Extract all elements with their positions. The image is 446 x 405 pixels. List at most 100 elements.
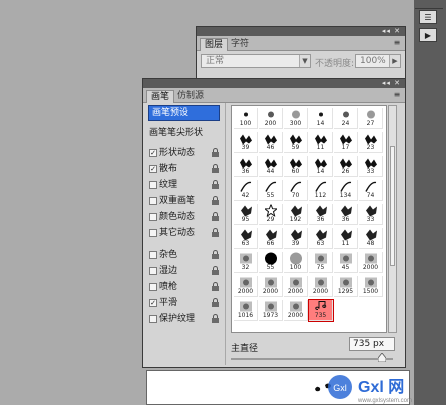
option-checkbox[interactable] [149,315,157,323]
brush-tip[interactable]: 45 [334,252,358,273]
brush-tip[interactable]: 200 [259,108,283,129]
brush-option-item[interactable]: 喷枪 [148,279,224,295]
brush-tip[interactable]: 60 [284,156,308,177]
option-checkbox[interactable]: ✓ [149,165,157,173]
option-checkbox[interactable] [149,197,157,205]
lock-icon[interactable] [212,314,219,323]
tip-shape-item[interactable]: 画笔笔尖形状 [148,125,224,141]
lock-icon[interactable] [212,180,219,189]
diameter-slider-track[interactable] [231,358,393,360]
brush-option-item[interactable]: 其它动态 [148,225,224,241]
brush-tip[interactable]: 26 [334,156,358,177]
brush-tip[interactable]: 33 [359,204,383,225]
brush-tip[interactable]: 112 [309,180,333,201]
option-checkbox[interactable] [149,213,157,221]
option-checkbox[interactable] [149,251,157,259]
brush-tip[interactable]: 1295 [334,276,358,297]
collapse-close-icons[interactable]: ◂◂ ✕ [382,79,401,88]
option-checkbox[interactable] [149,181,157,189]
brush-tip[interactable]: 2000 [359,252,383,273]
brush-tip[interactable]: 55 [259,252,283,273]
brush-tip[interactable]: 11 [334,228,358,249]
brush-tip[interactable]: 36 [309,204,333,225]
brush-tip[interactable]: 74 [359,180,383,201]
brush-tip[interactable]: 1016 [234,300,258,321]
brush-tip[interactable]: 75 [309,252,333,273]
brush-tip[interactable]: 44 [259,156,283,177]
brush-tip[interactable]: 23 [359,132,383,153]
brush-tip[interactable]: 2000 [309,276,333,297]
lock-icon[interactable] [212,282,219,291]
brush-tip[interactable]: 55 [259,180,283,201]
brush-tip[interactable]: 2000 [284,300,308,321]
panel-menu-icon[interactable]: ≡ [392,90,402,100]
brush-tip[interactable]: 32 [234,252,258,273]
scrollbar-thumb[interactable] [390,146,395,266]
blend-mode-select[interactable]: 正常 ▼ [201,54,311,68]
diameter-slider-knob[interactable] [377,353,386,362]
option-checkbox[interactable] [149,267,157,275]
panel-menu-icon[interactable]: ≡ [392,38,402,48]
brush-tip[interactable]: 39 [284,228,308,249]
brush-option-item[interactable]: 杂色 [148,247,224,263]
opacity-field[interactable]: 100% ▶ [355,54,401,68]
brush-tip[interactable]: 134 [334,180,358,201]
layers-dock-button[interactable]: ☰ [419,10,437,24]
tab-character[interactable]: 字符 [227,38,253,51]
brush-tip[interactable]: 63 [234,228,258,249]
lock-icon[interactable] [212,164,219,173]
brush-tip[interactable]: 100 [234,108,258,129]
brush-tip[interactable]: 36 [234,156,258,177]
brush-tip[interactable]: 63 [309,228,333,249]
lock-icon[interactable] [212,212,219,221]
option-checkbox[interactable] [149,229,157,237]
lock-icon[interactable] [212,266,219,275]
brush-option-item[interactable]: ✓ 形状动态 [148,145,224,161]
lock-icon[interactable] [212,228,219,237]
option-checkbox[interactable] [149,283,157,291]
brush-tip[interactable]: 29 [259,203,283,225]
brush-option-item[interactable]: 颜色动态 [148,209,224,225]
panel-titlebar[interactable]: ◂◂ ✕ [143,79,405,88]
brush-tip[interactable]: 33 [359,156,383,177]
brush-presets-button[interactable]: 画笔预设 [148,105,220,121]
tab-brushes[interactable]: 画笔 [146,90,175,103]
brush-tip[interactable]: 14 [309,156,333,177]
lock-icon[interactable] [212,148,219,157]
brush-tip[interactable]: 300 [284,108,308,129]
brush-tip[interactable]: 36 [334,204,358,225]
brush-option-item[interactable]: 纹理 [148,177,224,193]
option-checkbox[interactable]: ✓ [149,299,157,307]
option-checkbox[interactable]: ✓ [149,149,157,157]
lock-icon[interactable] [212,196,219,205]
diameter-input[interactable]: 735 px [349,337,395,351]
brush-tip[interactable]: 735 [308,299,334,322]
brush-tip[interactable]: 24 [334,108,358,129]
brush-option-item[interactable]: 保护纹理 [148,311,224,327]
collapse-close-icons[interactable]: ◂◂ ✕ [382,27,401,36]
brush-option-item[interactable]: 湿边 [148,263,224,279]
brush-tip[interactable]: 59 [284,132,308,153]
brush-tip[interactable]: 39 [234,132,258,153]
brush-option-item[interactable]: 双重画笔 [148,193,224,209]
panel-titlebar[interactable]: ◂◂ ✕ [197,27,405,36]
tab-layers[interactable]: 图层 [200,38,229,51]
lock-icon[interactable] [212,298,219,307]
brush-tip[interactable]: 2000 [284,276,308,297]
clone-source-dock-button[interactable]: ▶ [419,28,437,42]
brush-tip[interactable]: 14 [309,108,333,129]
brush-tip[interactable]: 66 [259,228,283,249]
brush-option-item[interactable]: ✓ 平滑 [148,295,224,311]
brush-tip[interactable]: 11 [309,132,333,153]
brush-tip[interactable]: 27 [359,108,383,129]
brush-tip[interactable]: 192 [284,204,308,225]
brush-tip[interactable]: 42 [234,180,258,201]
brush-tip[interactable]: 1973 [259,300,283,321]
brush-tip[interactable]: 17 [334,132,358,153]
brush-tip[interactable]: 2000 [234,276,258,297]
brush-tip[interactable]: 100 [284,252,308,273]
grid-scrollbar[interactable] [388,105,397,333]
brush-option-item[interactable]: ✓ 散布 [148,161,224,177]
lock-icon[interactable] [212,250,219,259]
brush-tip[interactable]: 2000 [259,276,283,297]
